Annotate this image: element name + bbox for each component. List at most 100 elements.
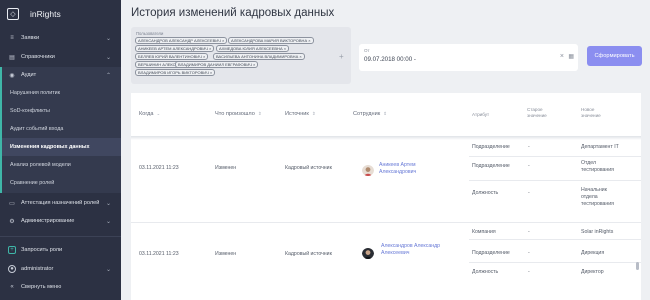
page-title: История изменений кадровых данных bbox=[131, 7, 335, 19]
chevron-down-icon: ⌄ bbox=[105, 218, 111, 225]
user-chip[interactable]: АЛЕКСАНДРОВА МАРИЯ ВИКТОРОВНА × bbox=[228, 37, 314, 44]
cell-new-value: Solar inRights bbox=[581, 229, 614, 235]
cell-attribute: Должность bbox=[472, 190, 499, 196]
user-name: administrator bbox=[21, 266, 54, 272]
close-icon[interactable]: × bbox=[284, 46, 286, 51]
chip-label: ВАСИЛЬЕВА АНТОНИНА ВЛАДИМИРОВНА bbox=[216, 54, 299, 59]
generate-button[interactable]: Сформировать bbox=[587, 46, 642, 66]
hr-changes-table: Когда ⌄ Что произошло ⇕ Источник ⇕ Сотрудни… bbox=[131, 93, 641, 300]
sidebar-divider bbox=[0, 236, 121, 237]
cell-source: Кадровый источник bbox=[285, 165, 332, 171]
user-chip[interactable]: ВЛАДИМИРОВ ДАНИИЛ ЕВГРАФОВИЧ × bbox=[175, 61, 259, 68]
calendar-icon[interactable]: ▦ bbox=[568, 53, 574, 60]
sidebar-item-label: Аудит bbox=[21, 72, 37, 78]
close-icon[interactable]: × bbox=[299, 54, 301, 59]
chip-label: БЕЛЯЕВ ЮРИЙ ВАЛЕНТИНОВИЧ bbox=[138, 54, 202, 59]
chevron-down-icon: ⌄ bbox=[105, 54, 111, 61]
cell-old-value: - bbox=[528, 190, 530, 196]
sort-icon[interactable]: ⇕ bbox=[383, 111, 387, 116]
user-chip[interactable]: АЛЕКСАНДРОВ АЛЕКСАНДР АЛЕКСЕЕВИЧ × bbox=[135, 37, 228, 44]
sidebar-subitem-label: Сравнение ролей bbox=[10, 180, 55, 186]
user-chip[interactable]: АХМЕДОВА ЮЛИЯ АЛЕКСЕЕВНА × bbox=[216, 45, 290, 52]
col-new-value: Новое значение bbox=[581, 107, 601, 118]
chevron-up-icon: ⌃ bbox=[105, 72, 111, 79]
employee-link[interactable]: Аникеев Артем Александрович bbox=[379, 162, 439, 176]
header-shadow bbox=[131, 136, 641, 140]
cell-old-value: - bbox=[528, 144, 530, 150]
sidebar-item-attestation[interactable]: ▭ Аттестация назначений ролей ⌄ bbox=[0, 195, 121, 211]
app-logo[interactable]: ◇ inRights bbox=[7, 7, 61, 21]
row-divider bbox=[469, 239, 641, 240]
sidebar-item-label: Справочники bbox=[21, 54, 55, 60]
chip-label: АНИКЕЕВ АРТЕМ АЛЕКСАНДРОВИЧ bbox=[138, 46, 208, 51]
col-label: Когда bbox=[139, 111, 154, 117]
col-label: Сотрудник bbox=[353, 111, 381, 117]
date-from-value[interactable]: 09.07.2018 00:00 - bbox=[364, 56, 416, 63]
avatar bbox=[362, 247, 374, 259]
sidebar-subitem-role-model-analysis[interactable]: Анализ ролевой модели bbox=[2, 156, 121, 174]
col-source[interactable]: Источник ⇕ bbox=[285, 111, 316, 117]
sort-desc-icon[interactable]: ⌄ bbox=[157, 111, 161, 116]
cell-what: Изменен bbox=[215, 165, 237, 171]
user-chip[interactable]: ВЛАДИМИРОВ ИГОРЬ ВИКТОРОВИЧ × bbox=[135, 69, 216, 76]
collapse-menu-button[interactable]: « Свернуть меню bbox=[0, 279, 121, 295]
col-when[interactable]: Когда ⌄ bbox=[139, 111, 160, 117]
sidebar-item-label: Заявки bbox=[21, 35, 40, 41]
date-range-field[interactable]: От 09.07.2018 00:00 - × ▦ bbox=[359, 44, 578, 71]
col-what[interactable]: Что произошло ⇕ bbox=[215, 111, 262, 117]
sidebar-subitem-login-audit[interactable]: Аудит событий входа bbox=[2, 120, 121, 138]
sidebar-subitem-label: Аудит событий входа bbox=[10, 126, 64, 132]
add-filter-icon[interactable]: + bbox=[339, 52, 344, 61]
scrollbar-thumb[interactable] bbox=[636, 262, 639, 270]
cell-new-value: Департамент IT bbox=[581, 144, 619, 150]
sidebar-item-label: Администрирование bbox=[21, 218, 75, 224]
cell-attribute: Должность bbox=[472, 269, 499, 275]
close-icon[interactable]: × bbox=[203, 54, 205, 59]
col-employee[interactable]: Сотрудник ⇕ bbox=[353, 111, 387, 117]
avatar bbox=[362, 164, 374, 176]
sidebar-subitem-label: Изменения кадровых данных bbox=[10, 144, 90, 150]
close-icon[interactable]: × bbox=[209, 46, 211, 51]
sidebar-subitem-sod-conflicts[interactable]: SoD-конфликты bbox=[2, 102, 121, 120]
user-chip[interactable]: БЕЛЯЕВ ЮРИЙ ВАЛЕНТИНОВИЧ × bbox=[135, 53, 209, 60]
col-attribute: Атрибут bbox=[472, 112, 490, 117]
sidebar-subitem-role-comparison[interactable]: Сравнение ролей bbox=[2, 174, 121, 192]
request-roles-button[interactable]: + Запросить роли bbox=[0, 242, 121, 258]
row-divider bbox=[469, 262, 641, 263]
sidebar-item-requests[interactable]: ≡ Заявки ⌄ bbox=[0, 30, 121, 46]
col-old-value: Старое значение bbox=[527, 107, 547, 118]
user-filter[interactable]: Пользователи АЛЕКСАНДРОВ АЛЕКСАНДР АЛЕКС… bbox=[131, 27, 351, 84]
row-divider bbox=[469, 156, 641, 157]
cell-old-value: - bbox=[528, 269, 530, 275]
close-icon[interactable]: × bbox=[253, 62, 255, 67]
layers-icon: ≡ bbox=[10, 35, 14, 41]
employee-link[interactable]: Александров Александр Алексеевич bbox=[381, 243, 451, 257]
chip-label: АХМЕДОВА ЮЛИЯ АЛЕКСЕЕВНА bbox=[219, 46, 283, 51]
user-chip[interactable]: АНИКЕЕВ АРТЕМ АЛЕКСАНДРОВИЧ × bbox=[135, 45, 215, 52]
sidebar-item-directories[interactable]: ▤ Справочники ⌄ bbox=[0, 49, 121, 65]
gear-icon: ⚙ bbox=[9, 218, 15, 225]
plus-icon: + bbox=[8, 246, 16, 254]
sidebar-item-audit[interactable]: ◉ Аудит ⌃ bbox=[0, 67, 121, 83]
sidebar: ◇ inRights ≡ Заявки ⌄ ▤ Справочники ⌄ ◉ … bbox=[0, 0, 121, 300]
sidebar-item-administration[interactable]: ⚙ Администрирование ⌄ bbox=[0, 213, 121, 229]
close-icon[interactable]: × bbox=[308, 38, 310, 43]
sort-icon[interactable]: ⇕ bbox=[258, 111, 262, 116]
cell-when: 03.11.2021 11:23 bbox=[139, 165, 179, 171]
col-label: Источник bbox=[285, 111, 309, 117]
clear-icon[interactable]: × bbox=[560, 53, 564, 60]
user-menu[interactable]: ● administrator ⌄ bbox=[0, 261, 121, 277]
chip-label: АЛЕКСАНДРОВ АЛЕКСАНДР АЛЕКСЕЕВИЧ bbox=[138, 38, 221, 43]
doc-icon: ▭ bbox=[9, 200, 15, 207]
user-chip[interactable]: ВАСИЛЬЕВА АНТОНИНА ВЛАДИМИРОВНА × bbox=[213, 53, 305, 60]
cell-attribute: Подразделение bbox=[472, 163, 510, 169]
close-icon[interactable]: × bbox=[222, 38, 224, 43]
cell-new-value: Начальник отдела тестирования bbox=[581, 187, 614, 207]
row-divider bbox=[469, 180, 641, 181]
cell-attribute: Подразделение bbox=[472, 250, 510, 256]
sidebar-subitem-policy-violations[interactable]: Нарушения политик bbox=[2, 84, 121, 102]
sort-icon[interactable]: ⇕ bbox=[312, 111, 316, 116]
sidebar-subitem-hr-changes[interactable]: Изменения кадровых данных bbox=[2, 138, 121, 156]
chevron-down-icon: ⌄ bbox=[105, 35, 111, 42]
close-icon[interactable]: × bbox=[210, 70, 212, 75]
